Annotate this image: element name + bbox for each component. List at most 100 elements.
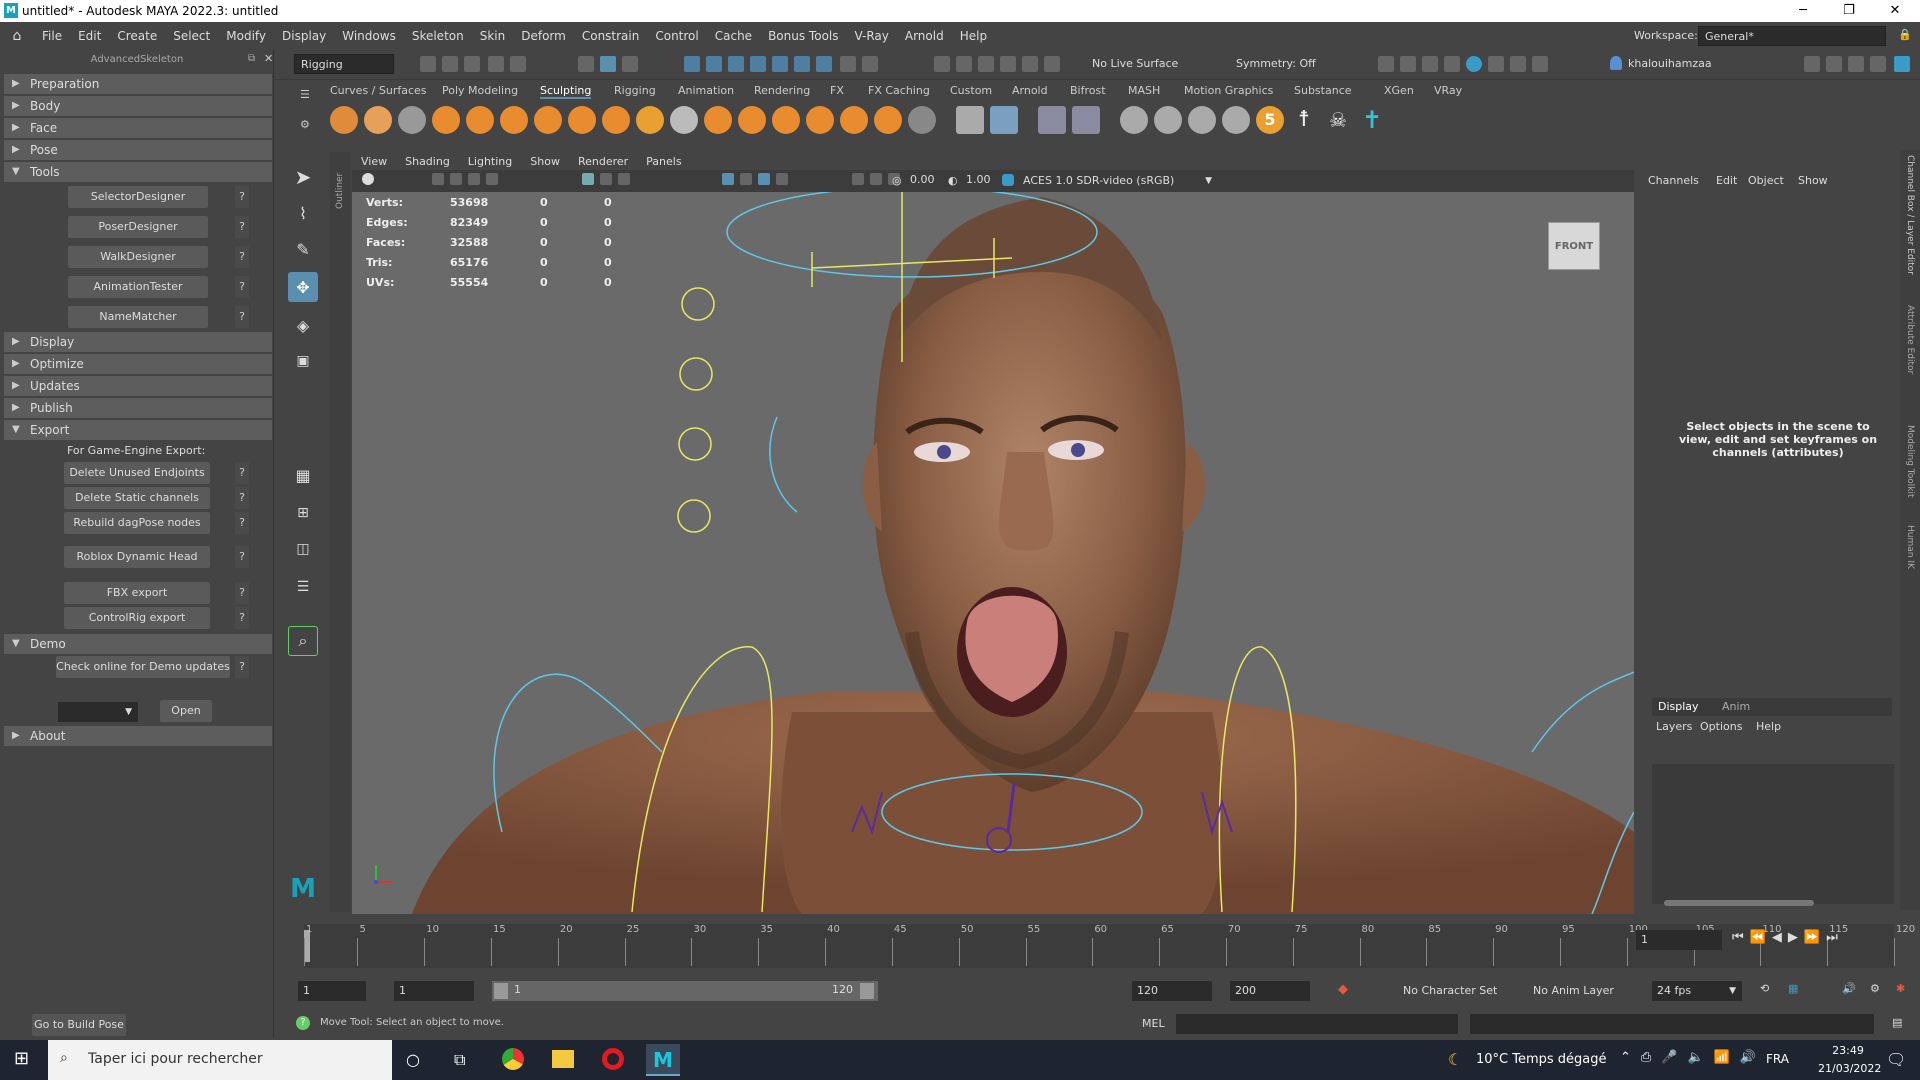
playback-controls-icon[interactable]: ⏮⏪◀▶⏩⏭ — [1732, 930, 1844, 945]
skeleton-figure-icon[interactable]: ☨ — [1290, 106, 1318, 134]
walk-designer-button[interactable]: WalkDesigner — [68, 246, 208, 268]
xray-joints-icon[interactable] — [870, 173, 882, 185]
vp-menu-lighting[interactable]: Lighting — [459, 155, 521, 168]
section-display[interactable]: ▶ Display — [4, 332, 272, 352]
scrape-tool-icon[interactable] — [704, 106, 732, 134]
help-icon[interactable]: ? — [296, 1016, 310, 1030]
open-scene-icon[interactable] — [442, 56, 458, 72]
menu-file[interactable]: File — [34, 29, 70, 43]
snap-curve-icon[interactable] — [706, 56, 722, 72]
gamma-value[interactable]: 1.00 — [966, 173, 991, 186]
menu-cache[interactable]: Cache — [707, 29, 760, 43]
task-view-icon[interactable]: ⧉ — [454, 1050, 465, 1070]
sculpt-tool-icon[interactable] — [330, 106, 358, 134]
move-tool-icon[interactable]: ✥ — [288, 272, 318, 302]
t-pose-icon[interactable]: ✝ — [1358, 106, 1386, 134]
help-button[interactable]: ? — [235, 186, 249, 208]
poser-designer-button[interactable]: PoserDesigner — [68, 216, 208, 238]
chrome-icon[interactable] — [502, 1048, 524, 1070]
knife-tool-icon[interactable] — [772, 106, 800, 134]
fill-tool-icon[interactable] — [738, 106, 766, 134]
vp-menu-show[interactable]: Show — [521, 155, 569, 168]
shelf-tab-substance[interactable]: Substance — [1294, 84, 1352, 97]
scale-tool-icon[interactable]: ▣ — [288, 346, 318, 376]
lights-icon[interactable] — [776, 173, 788, 185]
shelf-tab-custom[interactable]: Custom — [950, 84, 992, 97]
shelf-menu-icon[interactable]: ☰ — [300, 88, 310, 101]
animation-tester-button[interactable]: AnimationTester — [68, 276, 208, 298]
notifications-icon[interactable]: 🗨 — [1886, 1050, 1906, 1069]
system-tray-icons[interactable]: ⌃⎙🎤🔈📶🔊 — [1620, 1050, 1766, 1065]
menu-skin[interactable]: Skin — [472, 29, 514, 43]
number-five-icon[interactable]: 5 — [1256, 106, 1284, 134]
layer-menu-options[interactable]: Options — [1700, 720, 1742, 733]
foamy-tool-icon[interactable] — [534, 106, 562, 134]
side-tab-attribute-editor[interactable]: Attribute Editor — [1905, 305, 1915, 405]
menu-vray[interactable]: V-Ray — [847, 29, 897, 43]
help-button[interactable]: ? — [235, 607, 249, 629]
start-time-field[interactable]: 1 — [298, 981, 366, 1001]
select-component-icon[interactable] — [622, 56, 638, 72]
help-button[interactable]: ? — [235, 462, 249, 484]
shelf-tool-c-icon[interactable] — [1188, 106, 1216, 134]
shelf-tab-poly-modeling[interactable]: Poly Modeling — [442, 84, 518, 97]
help-button[interactable]: ? — [235, 512, 249, 534]
grid-toggle-icon[interactable] — [582, 173, 594, 185]
vp-menu-panels[interactable]: Panels — [637, 155, 690, 168]
toolbar-icon-b[interactable] — [1826, 56, 1842, 72]
controlrig-export-button[interactable]: ControlRig export — [64, 607, 210, 629]
range-handle-end[interactable] — [860, 983, 874, 999]
symmetry-dropdown[interactable]: Symmetry: Off — [1230, 54, 1330, 74]
color-management-icon[interactable] — [1002, 174, 1014, 186]
windows-start-icon[interactable]: ⊞ — [14, 1048, 29, 1069]
section-export[interactable]: ▼ Export — [4, 420, 272, 440]
rebuild-dagpose-button[interactable]: Rebuild dagPose nodes — [64, 512, 210, 534]
shelf-tab-rendering[interactable]: Rendering — [754, 84, 810, 97]
fps-dropdown[interactable]: 24 fps ▼ — [1652, 981, 1742, 1001]
view-cube-front[interactable]: FRONT — [1548, 222, 1600, 270]
bookmark-icon[interactable] — [450, 173, 462, 185]
menu-help[interactable]: Help — [952, 29, 995, 43]
help-button[interactable]: ? — [235, 546, 249, 568]
section-demo[interactable]: ▼ Demo — [4, 634, 272, 654]
snap-view-icon[interactable] — [750, 56, 766, 72]
range-handle-start[interactable] — [494, 983, 508, 999]
textured-icon[interactable] — [758, 173, 770, 185]
shelf-tool-d-icon[interactable] — [1222, 106, 1250, 134]
resolution-gate-icon[interactable] — [618, 173, 630, 185]
layer-list[interactable] — [1652, 764, 1894, 904]
flatten-tool-icon[interactable] — [500, 106, 528, 134]
outliner-strip[interactable]: Outliner — [330, 152, 350, 912]
section-about[interactable]: ▶ About — [4, 726, 272, 746]
exposure-value[interactable]: 0.00 — [910, 173, 935, 186]
side-tab-channel-box[interactable]: Channel Box / Layer Editor — [1905, 155, 1915, 315]
shelf-tab-vray[interactable]: VRay — [1434, 84, 1462, 97]
gamma-icon[interactable]: ◐ — [948, 174, 958, 187]
smear-tool-icon[interactable] — [806, 106, 834, 134]
side-tab-modeling-toolkit[interactable]: Modeling Toolkit — [1905, 425, 1915, 525]
menu-select[interactable]: Select — [165, 29, 218, 43]
help-button[interactable]: ? — [235, 276, 249, 298]
vp-menu-view[interactable]: View — [352, 155, 396, 168]
ipr-icon[interactable] — [1510, 56, 1526, 72]
redo-icon[interactable] — [510, 56, 526, 72]
sound-icon[interactable]: 🔊 — [1842, 982, 1856, 995]
layer-tab-anim[interactable]: Anim — [1722, 700, 1750, 713]
sidebar-toggle-icon[interactable] — [1378, 56, 1394, 72]
viewport-3d[interactable]: Verts: 53698 0 0 Edges: 82349 0 0 Faces:… — [352, 192, 1634, 914]
section-face[interactable]: ▶ Face — [4, 118, 272, 138]
time-slider[interactable]: 1510152025303540455055606570758085909510… — [280, 916, 1920, 972]
go-to-build-pose-button[interactable]: Go to Build Pose — [32, 1014, 126, 1036]
input-language[interactable]: FRA — [1766, 1052, 1789, 1066]
rotate-tool-icon[interactable]: ◈ — [288, 310, 318, 340]
current-frame-field[interactable]: 1 — [1636, 930, 1722, 950]
undo-icon[interactable] — [488, 56, 504, 72]
delete-static-channels-button[interactable]: Delete Static channels — [64, 487, 210, 509]
close-button[interactable]: ✕ — [1872, 0, 1918, 22]
panel-close-icon[interactable]: ✕ — [264, 52, 273, 65]
skull-icon[interactable]: ☠ — [1324, 106, 1352, 134]
layer-scrollbar[interactable] — [1664, 900, 1814, 906]
amplify-tool-icon[interactable] — [874, 106, 902, 134]
section-optimize[interactable]: ▶ Optimize — [4, 354, 272, 374]
render-view-icon-2[interactable] — [1400, 56, 1416, 72]
